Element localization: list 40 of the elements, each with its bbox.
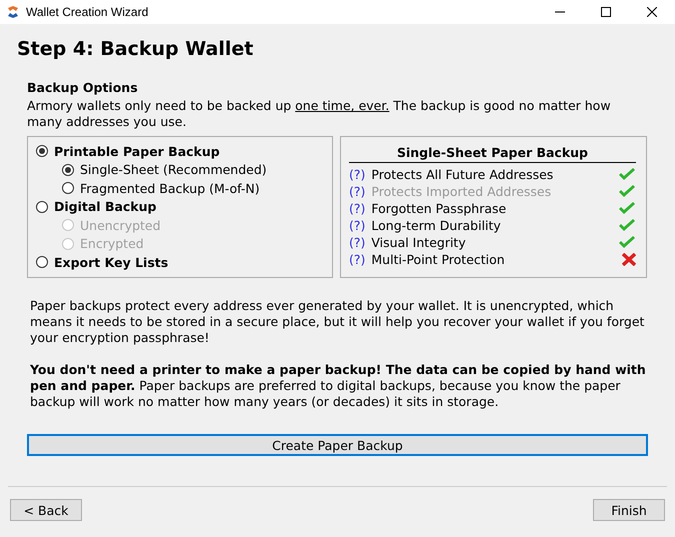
radio-button[interactable] [62, 182, 74, 194]
panel-title: Single-Sheet Paper Backup [349, 145, 636, 163]
option-label[interactable]: Fragmented Backup (M-of-N) [80, 180, 260, 196]
help-link[interactable]: (?) [349, 218, 366, 233]
option-label[interactable]: Digital Backup [54, 199, 156, 214]
feature-label: Protects All Future Addresses [371, 167, 554, 182]
check-icon [618, 168, 636, 181]
help-link[interactable]: (?) [349, 201, 366, 216]
check-icon [618, 236, 636, 249]
finish-button[interactable]: Finish [593, 499, 665, 521]
section-title: Backup Options [27, 80, 139, 95]
check-icon [618, 219, 636, 232]
feature-label: Protects Imported Addresses [371, 184, 552, 199]
feature-label: Forgotten Passphrase [371, 201, 508, 216]
back-button[interactable]: < Back [10, 499, 82, 521]
feature-label: Multi-Point Protection [371, 252, 506, 267]
feature-label: Visual Integrity [371, 235, 467, 250]
feature-label: Long-term Durability [371, 218, 502, 233]
option-label[interactable]: Printable Paper Backup [54, 144, 220, 159]
help-link[interactable]: (?) [349, 235, 366, 250]
radio-button[interactable] [36, 200, 48, 213]
help-link[interactable]: (?) [349, 252, 366, 267]
description-text: You don't need a printer to make a paper backup! The data can be copied by hand with pen and paper. Paper backups are preferred to digital backups, because you know the paper backup will work no matter how many years (or decades) it sits in storage. [29, 362, 647, 410]
radio-button[interactable] [36, 145, 48, 158]
maximize-icon[interactable] [601, 7, 611, 17]
page-heading: Step 4: Backup Wallet [17, 38, 254, 60]
cross-icon [622, 253, 636, 266]
check-icon [618, 202, 636, 215]
check-icon [618, 185, 636, 198]
option-label[interactable]: Single-Sheet (Recommended) [80, 162, 267, 178]
radio-button[interactable] [62, 164, 74, 176]
create-backup-button[interactable]: Create Paper Backup [27, 434, 648, 456]
radio-button[interactable] [36, 256, 48, 268]
close-icon[interactable] [647, 7, 657, 17]
window-title: Wallet Creation Wizard [26, 5, 150, 19]
app-logo-icon [6, 5, 20, 19]
description-text: Paper backups protect every address ever generated by your wallet. It is unencrypted, which means it needs to be stored in a secure place, but it will help you recover your wallet if you forget your encryption passphrase! [29, 298, 646, 346]
option-label[interactable]: Export Key Lists [54, 254, 168, 270]
help-link[interactable]: (?) [349, 167, 366, 182]
intro-text: Armory wallets only need to be backed up one time, ever. The backup is good no matter how many addresses you use. [27, 98, 612, 130]
